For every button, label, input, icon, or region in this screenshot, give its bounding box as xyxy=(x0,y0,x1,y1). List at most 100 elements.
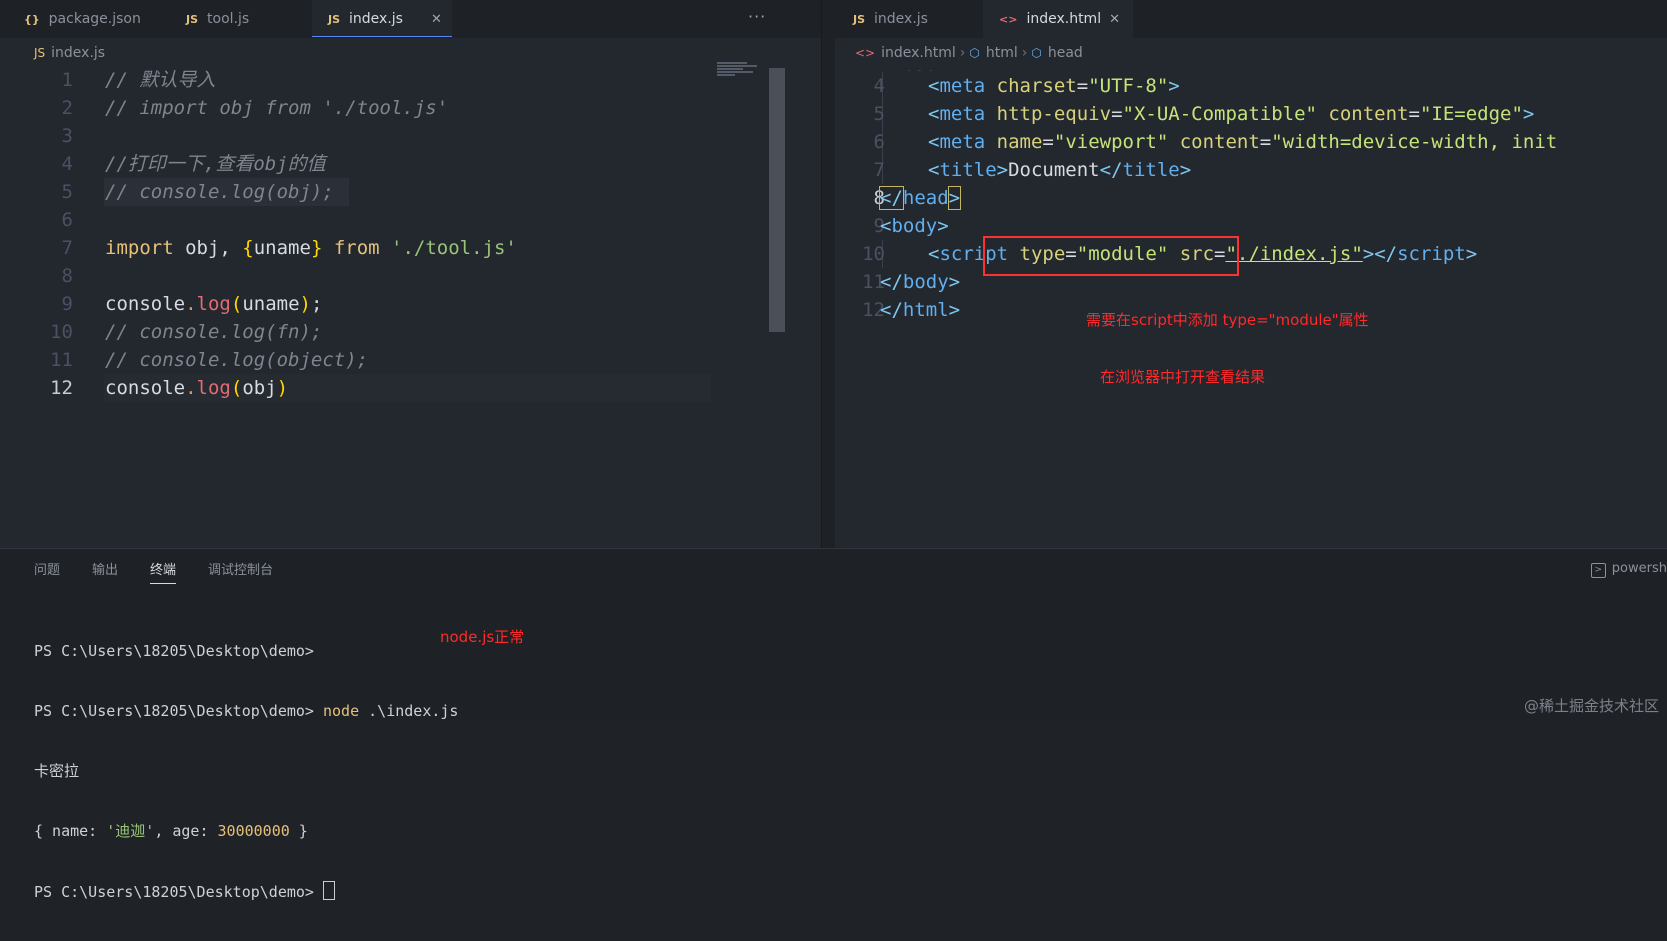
js-file-icon: JS xyxy=(34,46,46,60)
code-text: console.log(obj) xyxy=(105,374,288,402)
code-line: 8 </head> xyxy=(835,184,1667,212)
code-line: 7 import obj, {uname} from './tool.js' xyxy=(0,234,821,262)
tab-index-js[interactable]: JS index.js ✕ xyxy=(312,0,452,37)
line-number: 5 xyxy=(61,181,73,203)
highlight-box xyxy=(983,236,1239,276)
tab-index-js[interactable]: JS index.js xyxy=(853,0,928,38)
method: log xyxy=(196,377,231,399)
line-number: 7 xyxy=(873,159,885,181)
punctuation: ; xyxy=(310,293,323,315)
code-text: //打印一下,查看obj的值 xyxy=(105,153,326,175)
code-text: <meta name="viewport" content="width=dev… xyxy=(928,131,1558,153)
line-number: 9 xyxy=(873,215,885,237)
code-area[interactable]: 1 // 默认导入 2 // import obj from './tool.js'… xyxy=(0,66,821,548)
code-text: <body> xyxy=(880,215,949,237)
code-text: // console.log(obj); xyxy=(105,181,334,203)
line-number: 1 xyxy=(61,69,73,91)
code-line: 10 <script type="module" src="./index.js"… xyxy=(835,240,1667,268)
brace: { xyxy=(242,237,254,259)
keyword: import xyxy=(105,237,174,259)
js-file-icon: JS xyxy=(328,13,341,26)
code-line: 1 // 默认导入 xyxy=(0,66,821,94)
line-number: 11 xyxy=(50,349,73,371)
terminal-line: PS C:\Users\18205\Desktop\demo> node .\i… xyxy=(34,702,459,720)
line-number: 10 xyxy=(50,321,73,343)
code-line: 7 <title>Document</title> xyxy=(835,156,1667,184)
breadcrumb-head[interactable]: head xyxy=(1048,45,1083,61)
annotation-script-module: 需要在script中添加 type="module"属性 xyxy=(1086,311,1369,329)
line-number: 11 xyxy=(862,271,885,293)
breadcrumb: JS index.js xyxy=(34,38,105,68)
left-editor-group: {} package.json JS tool.js JS index.js ✕ ···… xyxy=(0,0,821,548)
tab-label: tool.js xyxy=(207,11,250,27)
code-line: 5 <meta http-equiv="X-UA-Compatible" cont… xyxy=(835,100,1667,128)
breadcrumb-html[interactable]: html xyxy=(986,45,1018,61)
more-actions-button[interactable]: ··· xyxy=(748,0,766,38)
shell-label: powersh xyxy=(1611,561,1667,576)
left-tab-bar: {} package.json JS tool.js JS index.js ✕ ··· xyxy=(0,0,821,38)
js-file-icon: JS xyxy=(853,13,866,26)
identifier: obj xyxy=(242,377,277,399)
tab-tool-js[interactable]: JS tool.js xyxy=(186,0,249,38)
string: './tool.js' xyxy=(391,237,517,259)
panel-tab-problems[interactable]: 问题 xyxy=(34,559,60,583)
terminal-output[interactable]: PS C:\Users\18205\Desktop\demo> PS C:\Us… xyxy=(34,601,458,941)
breadcrumb-file[interactable]: index.js xyxy=(51,45,105,61)
tab-label: index.js xyxy=(349,11,403,27)
punctuation: . xyxy=(185,377,197,399)
punctuation: . xyxy=(185,293,197,315)
code-line: 12 console.log(obj) xyxy=(0,374,821,402)
code-line: 6 <meta name="viewport" content="width=de… xyxy=(835,128,1667,156)
right-editor-group: JS index.js <> index.html ✕ <> index.html › ⬡ h… xyxy=(835,0,1667,548)
code-line: 11 // console.log(object); xyxy=(0,346,821,374)
breadcrumb-file[interactable]: index.html xyxy=(881,45,956,61)
editor-group-divider[interactable] xyxy=(821,0,836,548)
code-text: </html> xyxy=(880,299,961,321)
tab-label: index.js xyxy=(874,11,928,27)
paren: ( xyxy=(230,377,243,399)
code-text: // import obj from './tool.js' xyxy=(105,97,449,119)
code-line: 5 // console.log(obj); xyxy=(0,178,821,206)
bottom-panel: 问题 输出 终端 调试控制台 > powersh PS C:\Users\1820… xyxy=(0,548,1667,901)
right-tab-bar: JS index.js <> index.html ✕ xyxy=(835,0,1667,38)
annotation-node-ok: node.js正常 xyxy=(440,628,525,646)
tab-index-html[interactable]: <> index.html ✕ xyxy=(983,0,1133,38)
tab-package-json[interactable]: {} package.json xyxy=(24,0,141,38)
annotation-open-in-browser: 在浏览器中打开查看结果 xyxy=(1100,368,1266,386)
panel-tab-debug-console[interactable]: 调试控制台 xyxy=(208,559,273,583)
panel-tab-output[interactable]: 输出 xyxy=(92,559,118,583)
line-number: 7 xyxy=(61,237,73,259)
paren: ) xyxy=(299,293,311,315)
code-line: 3 xyxy=(0,122,821,150)
code-text: // 默认导入 xyxy=(105,69,216,91)
line-number: 4 xyxy=(61,153,73,175)
terminal-line: 卡密拉 xyxy=(34,762,80,780)
code-text: import obj, {uname} from './tool.js' xyxy=(105,234,517,262)
code-line: 10 // console.log(fn); xyxy=(0,318,821,346)
keyword: from xyxy=(322,237,392,259)
line-number: 2 xyxy=(61,97,73,119)
line-number: 5 xyxy=(873,103,885,125)
line-number: 8 xyxy=(61,265,73,287)
close-icon[interactable]: ✕ xyxy=(431,12,442,27)
line-number: 8 xyxy=(873,187,885,209)
paren: ) xyxy=(276,377,289,399)
code-line: 9 console.log(uname); xyxy=(0,290,821,318)
code-line: 8 xyxy=(0,262,821,290)
close-icon[interactable]: ✕ xyxy=(1109,12,1120,27)
code-text: <meta charset="UTF-8"> xyxy=(928,75,1180,97)
terminal-cursor xyxy=(322,881,335,900)
code-text: // console.log(fn); xyxy=(105,321,323,343)
method: log xyxy=(196,293,231,315)
identifier: console xyxy=(105,293,186,315)
panel-tab-terminal[interactable]: 终端 xyxy=(150,559,177,584)
chevron-right-icon: › xyxy=(1021,45,1028,61)
tab-label: index.html xyxy=(1026,11,1102,27)
code-text: <title>Document</title> xyxy=(928,159,1192,181)
html-file-icon: <> xyxy=(855,46,876,60)
code-text: </body> xyxy=(880,271,961,293)
code-text: </head> xyxy=(879,186,962,210)
js-file-icon: JS xyxy=(186,13,199,26)
terminal-shell-selector[interactable]: > powersh xyxy=(1590,561,1667,578)
identifier: obj, xyxy=(173,237,243,259)
